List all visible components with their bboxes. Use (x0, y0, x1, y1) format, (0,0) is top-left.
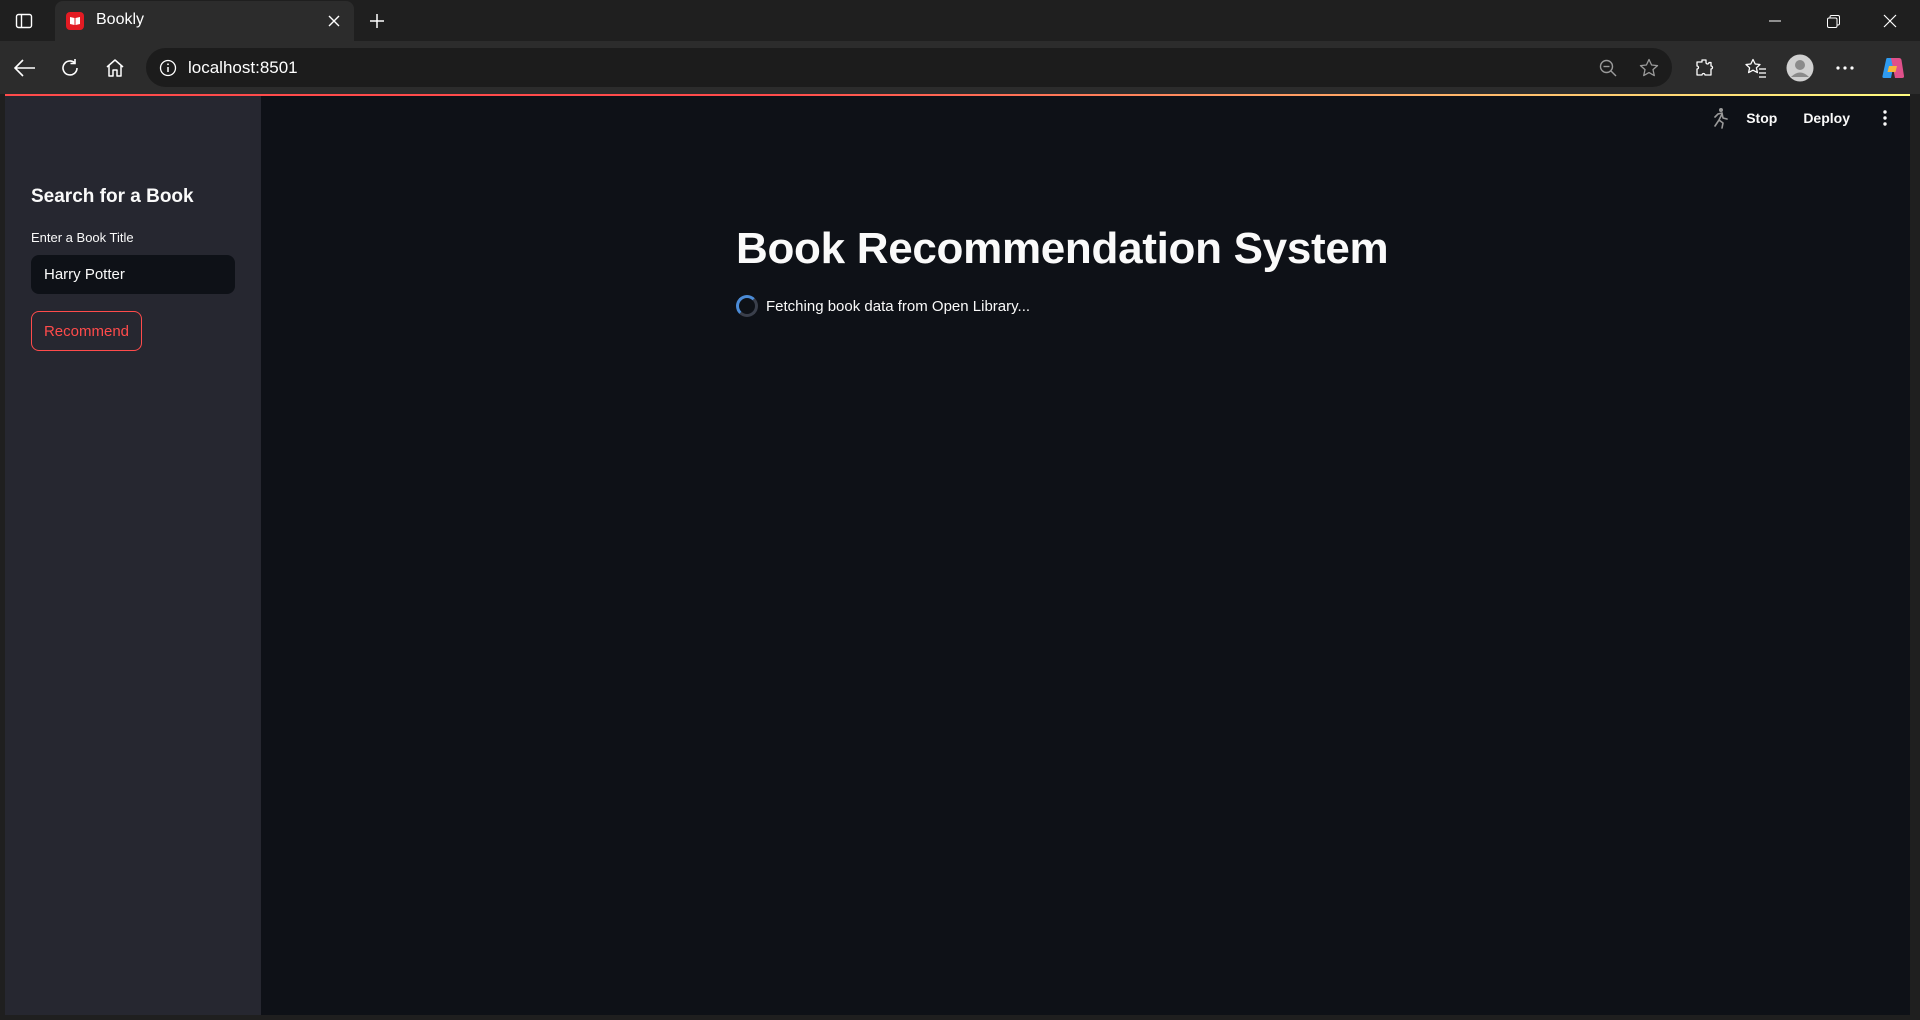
running-man-icon (1708, 106, 1732, 130)
address-bar[interactable]: localhost:8501 (146, 48, 1672, 87)
sidebar-heading: Search for a Book (31, 186, 194, 207)
loading-status-text: Fetching book data from Open Library... (766, 297, 1031, 315)
favorite-star-icon[interactable] (1638, 57, 1660, 79)
deploy-button[interactable]: Deploy (1803, 110, 1850, 126)
loading-spinner-icon (736, 295, 758, 317)
app-sidebar: Search for a Book Enter a Book Title Rec… (5, 96, 261, 1015)
restore-icon[interactable] (1813, 6, 1853, 36)
stop-button[interactable]: Stop (1746, 110, 1777, 126)
browser-toolbar: localhost:8501 (0, 41, 1920, 94)
app-page: Search for a Book Enter a Book Title Rec… (5, 94, 1910, 1015)
main-menu-icon[interactable] (1876, 106, 1894, 130)
profile-avatar-icon[interactable] (1785, 53, 1815, 83)
page-title: Book Recommendation System (736, 224, 1389, 273)
recommend-button[interactable]: Recommend (31, 311, 142, 351)
tab-title: Bookly (96, 11, 145, 28)
back-arrow-icon[interactable] (10, 53, 40, 83)
extensions-icon[interactable] (1689, 53, 1719, 83)
header-decoration-bar (5, 94, 1910, 96)
sidebar-toggle-icon[interactable] (11, 8, 37, 34)
more-options-icon[interactable] (1830, 53, 1860, 83)
url-text[interactable]: localhost:8501 (188, 58, 298, 78)
browser-tab-strip: Bookly (0, 0, 1920, 41)
book-title-label: Enter a Book Title (31, 230, 134, 245)
book-icon (66, 12, 84, 30)
site-info-icon[interactable] (158, 58, 178, 78)
browser-tab[interactable]: Bookly (55, 1, 354, 41)
book-title-input[interactable] (31, 255, 235, 294)
home-icon[interactable] (100, 53, 130, 83)
minimize-icon[interactable] (1755, 6, 1795, 36)
zoom-out-icon[interactable] (1597, 57, 1619, 79)
loading-status: Fetching book data from Open Library... (736, 295, 1030, 317)
close-tab-icon[interactable] (324, 11, 344, 31)
close-window-icon[interactable] (1870, 6, 1910, 36)
refresh-icon[interactable] (55, 53, 85, 83)
app-header-actions: Stop Deploy (1708, 106, 1894, 130)
new-tab-icon[interactable] (364, 8, 390, 34)
copilot-icon[interactable] (1878, 53, 1908, 83)
favorites-icon[interactable] (1741, 53, 1771, 83)
